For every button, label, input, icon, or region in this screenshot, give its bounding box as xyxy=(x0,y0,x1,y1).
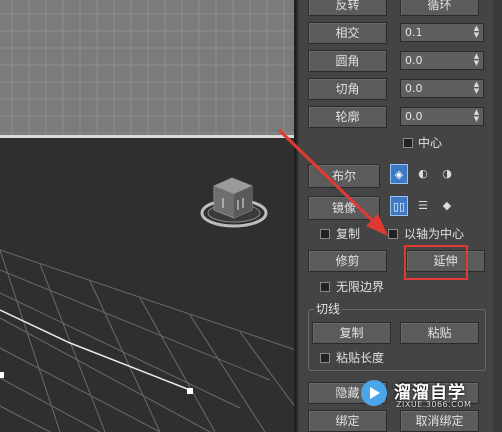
watermark-logo-icon xyxy=(361,380,387,406)
watermark-url: ZIXUE.3066.COM xyxy=(396,400,472,409)
3dsmax-window: 反转 循环 相交 0.1 ▲ ▼ 圆角 0.0 ▲ ▼ 切角 0.0 ▲ ▼ 轮廓 0.0 ▲… xyxy=(0,0,502,432)
annotation-arrow xyxy=(277,128,388,236)
